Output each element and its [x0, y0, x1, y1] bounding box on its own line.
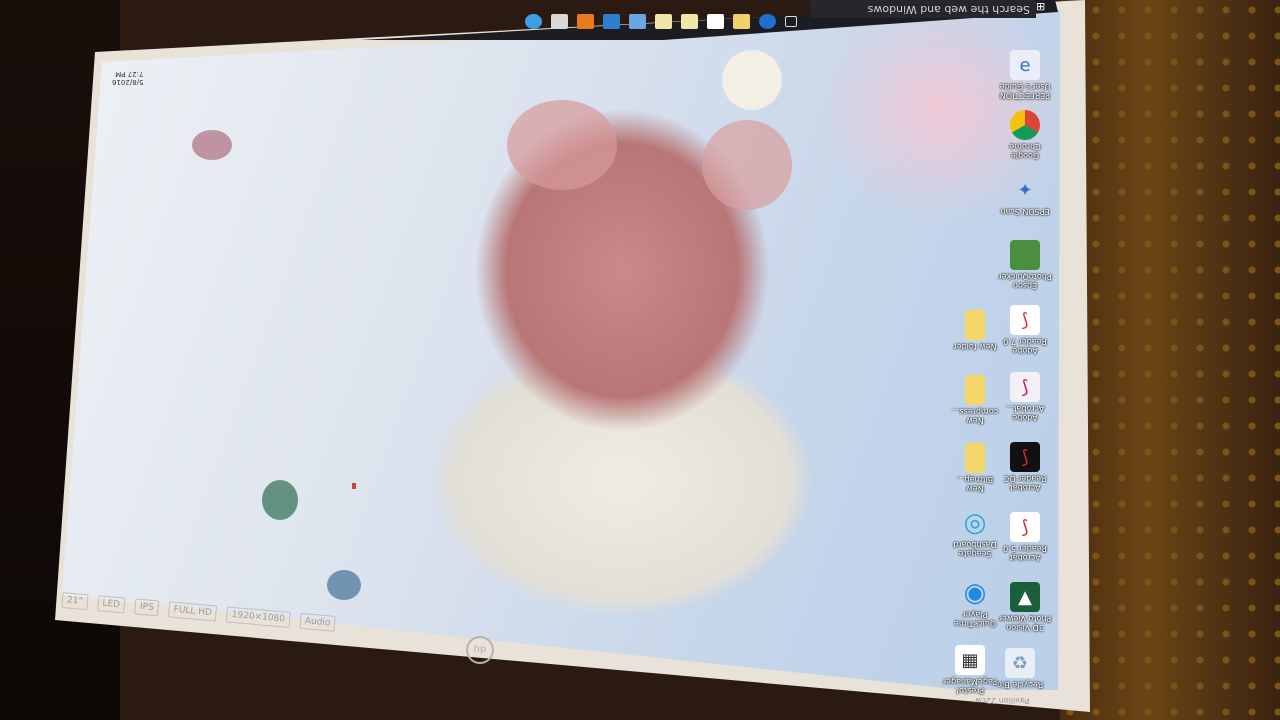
desktop-icon-epson-photoquicker[interactable]: Epson PhotoQuicker	[990, 240, 1060, 290]
blanket-print	[327, 570, 361, 600]
taskbar-clock[interactable]: 5/8/2016 7:27 PM	[112, 70, 143, 86]
scanner-icon: ✦	[1017, 179, 1033, 201]
baby-fist	[507, 100, 617, 190]
hp-logo-icon: hp	[466, 636, 494, 664]
baby-fist	[702, 120, 792, 210]
seagate-icon: ◎	[963, 508, 987, 538]
desktop-icon-quicktime[interactable]: ◉ QuickTime Player	[940, 578, 1010, 628]
desktop-icon-new-compressed[interactable]: New compress...	[940, 375, 1010, 425]
bitmap-icon	[965, 443, 985, 473]
icon-label: Presto! PageManager	[942, 677, 998, 695]
desktop-icon-seagate-dashboard[interactable]: ◎ Seagate Dashboard	[940, 508, 1010, 558]
ie-icon[interactable]	[759, 13, 776, 29]
blanket-print	[192, 130, 232, 160]
office-icon[interactable]	[629, 13, 646, 29]
sticker-led: LED	[96, 595, 126, 614]
quicktime-icon: ◉	[963, 578, 987, 608]
pdf-icon: ⟆	[1010, 442, 1040, 472]
icon-label: New Bitmap...	[956, 475, 994, 493]
desktop-icon-presto-pagemanager[interactable]: ▦ Presto! PageManager	[935, 645, 1005, 695]
mouse-cursor-icon	[352, 483, 356, 489]
sticker-size: 21"	[61, 592, 89, 611]
chrome-icon	[1010, 110, 1040, 140]
icon-label: PERFECTION User's Guide	[999, 82, 1051, 100]
desktop-icon-google-chrome[interactable]: Google Chrome	[990, 110, 1060, 160]
photo-icon	[1010, 240, 1040, 270]
mail-icon[interactable]	[603, 13, 620, 29]
pdf-icon: ⟆	[1010, 512, 1040, 542]
pdf-icon: ⟆	[1010, 305, 1040, 335]
zip-folder-icon	[965, 375, 985, 405]
folder-icon[interactable]	[733, 13, 750, 29]
desktop-icon-new-bitmap[interactable]: New Bitmap...	[940, 443, 1010, 493]
desktop-wallpaper-photo	[62, 10, 1060, 690]
monitor-model-label: Pavilion 22cw	[975, 696, 1030, 705]
icon-label: QuickTime Player	[953, 610, 997, 628]
pdf-icon: ⟆	[1010, 372, 1040, 402]
icon-label: New folder	[953, 342, 997, 351]
document-icon: e	[1010, 50, 1040, 80]
start-button-icon[interactable]: ⊞	[1036, 0, 1054, 13]
icon-label: Epson PhotoQuicker	[998, 272, 1052, 290]
folder-icon	[965, 310, 985, 340]
file-explorer-icon[interactable]	[551, 13, 568, 29]
hospital-bracelet	[722, 50, 782, 110]
desktop-icon-users-guide[interactable]: e PERFECTION User's Guide	[990, 50, 1060, 100]
3d-vision-icon: ▲	[1010, 582, 1040, 612]
icon-label: Seagate Dashboard	[953, 540, 997, 558]
icon-label: EPSON Scan	[1000, 207, 1050, 216]
blanket-print	[262, 480, 298, 520]
store-icon[interactable]	[577, 13, 594, 29]
file-icon[interactable]	[681, 13, 698, 29]
pagemanager-icon: ▦	[955, 645, 985, 675]
edge-icon[interactable]	[525, 13, 542, 29]
desktop-icon-new-folder[interactable]: New folder	[940, 310, 1010, 351]
taskbar-pinned-apps	[525, 6, 797, 36]
icon-label: New compress...	[951, 407, 999, 425]
sticker-audio: Audio	[299, 612, 336, 632]
sticker-ips: IPS	[134, 598, 160, 617]
task-view-icon[interactable]	[785, 15, 797, 27]
icon-label: Google Chrome	[1009, 142, 1041, 160]
skype-icon[interactable]	[707, 13, 724, 29]
taskbar-search-box[interactable]: Search the web and Windows	[810, 0, 1036, 18]
desktop-icon-epson-scan[interactable]: ✦ EPSON Scan	[990, 175, 1060, 217]
room-wallpaper	[1060, 0, 1280, 720]
file-icon[interactable]	[655, 13, 672, 29]
recycle-bin-icon: ♻	[1005, 648, 1035, 678]
